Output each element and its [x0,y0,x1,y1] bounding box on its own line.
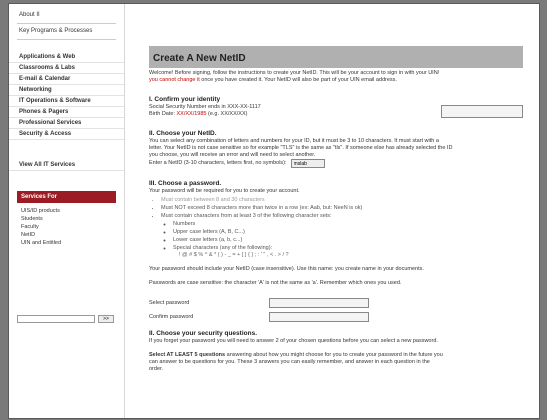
netid-prompt-row: Enter a NetID (3-10 characters, letters … [149,159,523,168]
confirm-password-label: Confirm password [149,314,194,320]
birthdate-value: XX/XX/1985 [176,111,207,117]
sidebar-nav: Applications & Web Classrooms & Labs E-m… [9,52,124,140]
password-note-2: Passwords are case sensitive: the charac… [149,280,402,286]
main-content: Create A New NetID Welcome! Before signi… [129,4,539,418]
password-intro: Your password will be required for you t… [149,188,300,194]
security-questions-line-4: order. [149,366,164,372]
sidebar-item-phones[interactable]: Phones & Pagers [9,107,124,118]
password-charset-list: Numbers Upper case letters (A, B, C...) … [161,220,523,252]
sidebar-link-about[interactable]: About II [9,10,124,21]
section-confirm-identity-title: I. Confirm your identity [149,96,221,103]
charset-item: Special characters (any of the following… [173,244,523,252]
confirm-identity-row: Social Security Number ends in XXX-XX-11… [149,104,523,118]
netid-instructions-2: letter. Your NetID is not case sensitive… [149,145,453,151]
password-row: Select password [149,298,523,308]
intro-text: Welcome! Before signing, follow the inst… [149,70,523,84]
sidebar-search-input[interactable] [17,315,95,323]
sidebar-services: View All IT Services [9,160,124,171]
browser-window: About II Key Programs & Processes Applic… [8,3,540,419]
password-rule: Must contain between 8 and 30 characters [161,196,523,204]
services-for-link[interactable]: UIS/ID products [9,207,124,215]
security-questions-instructions: Select AT LEAST 5 questions answering ab… [149,352,523,359]
birthdate-prefix: Birth Date: [149,111,177,117]
ssn-text: Social Security Number ends in XXX-XX-11… [149,104,261,110]
page-title: Create A New NetID [153,53,246,64]
sidebar-search: >> [17,315,114,323]
services-for-link[interactable]: Students [9,215,124,223]
sidebar-item-applications[interactable]: Applications & Web [9,52,124,63]
netid-input[interactable] [290,159,325,168]
confirm-password-input[interactable] [269,312,369,322]
password-input[interactable] [269,298,369,308]
special-characters: ! @ # $ % ^ & * ( ) - _ = + [ ] { } ; : … [179,252,289,258]
birthdate-format: (e.g. XX/XX/XX) [206,111,248,117]
password-rule: Must NOT exceed 8 characters more than t… [161,204,523,212]
charset-item: Numbers [173,220,523,228]
divider [17,39,116,40]
intro-line-2: once you have created it. Your NetID wil… [201,77,397,83]
sidebar-item-networking[interactable]: Networking [9,85,124,96]
sidebar-link-all-services[interactable]: View All IT Services [9,160,124,171]
password-note-1: Your password should include your NetID … [149,266,424,272]
charset-item: Lower case letters (a, b, c...) [173,236,523,244]
sidebar-link-key-programs[interactable]: Key Programs & Processes [9,26,124,37]
page-title-bar: Create A New NetID [149,46,523,68]
security-questions-emphasis: Select AT LEAST 5 questions [149,352,226,358]
section-choose-netid-title: II. Choose your NetID. [149,130,217,137]
sidebar-go-button[interactable]: >> [98,315,114,323]
security-questions-intro: If you forget your password you will nee… [149,338,438,344]
divider [17,23,116,24]
password-rule: Must contain characters from at least 3 … [161,212,523,220]
security-questions-line-2: answering about how you might choose for… [225,352,443,358]
services-for-header: Services For [17,191,116,203]
services-for-link[interactable]: Faculty [9,223,124,231]
netid-instructions-3: you choose, you will receive an error an… [149,152,316,158]
sidebar-item-security[interactable]: Security & Access [9,129,124,140]
netid-instructions-1: You can select any combination of letter… [149,138,439,144]
intro-line-1: Welcome! Before signing, follow the inst… [149,70,440,76]
section-security-questions-title: II. Choose your security questions. [149,330,257,337]
section-password-title: III. Choose a password. [149,180,222,187]
security-questions-line-3: can answer to be questions for you. Thes… [149,359,430,365]
password-rules: Must contain between 8 and 30 characters… [149,196,523,252]
confirm-identity-labels: Social Security Number ends in XXX-XX-11… [149,104,441,118]
confirm-password-row: Confirm password [149,312,523,322]
sidebar-item-professional-services[interactable]: Professional Services [9,118,124,129]
charset-item: Upper case letters (A, B, C...) [173,228,523,236]
password-label: Select password [149,300,190,306]
sidebar-item-email[interactable]: E-mail & Calendar [9,74,124,85]
birthdate-text: Birth Date: XX/XX/1985 (e.g. XX/XX/XX) [149,111,441,118]
services-for-link[interactable]: NetID [9,231,124,239]
netid-prompt: Enter a NetID (3-10 characters, letters … [149,160,287,166]
confirm-identity-input[interactable] [441,104,523,118]
services-for-link[interactable]: UIN and Entitled [9,239,124,247]
sidebar-item-classrooms[interactable]: Classrooms & Labs [9,63,124,74]
sidebar: About II Key Programs & Processes Applic… [9,4,125,418]
intro-warning: you cannot change it [149,77,200,83]
sidebar-item-it-operations[interactable]: IT Operations & Software [9,96,124,107]
